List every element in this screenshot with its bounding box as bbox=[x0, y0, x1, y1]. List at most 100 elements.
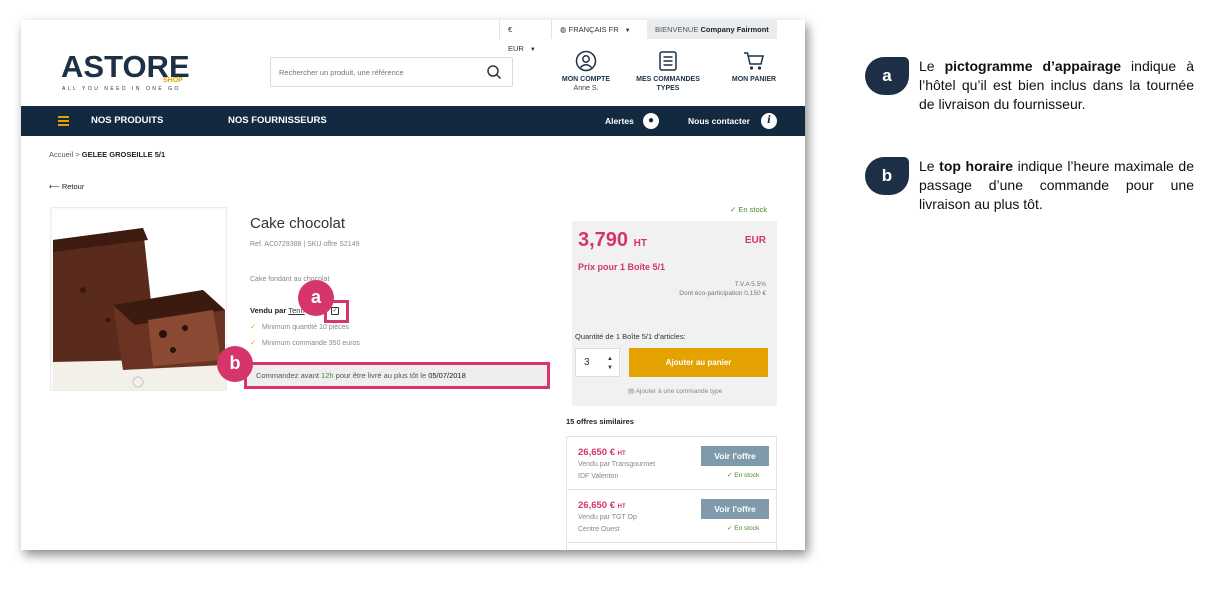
language-label: FRANÇAIS FR bbox=[568, 25, 619, 34]
utility-bar: € EUR ▼ ◍ FRANÇAIS FR ▼ BIENVENUE Company … bbox=[21, 20, 805, 53]
offer-stock: ✓ En stock bbox=[727, 471, 759, 479]
welcome-banner: BIENVENUE Company Fairmont bbox=[647, 20, 777, 39]
sold-by: Vendu par Tenn bbox=[250, 306, 305, 315]
arrow-left-icon: ⟵ bbox=[49, 182, 62, 191]
legend-a-badge: a bbox=[865, 57, 909, 95]
offer-item: 26,650 € HT Vendu par Transgourmet IDF Va… bbox=[567, 437, 776, 490]
logo-tagline: ALL YOU NEED IN ONE GO bbox=[62, 86, 181, 92]
orders-button[interactable]: MES COMMANDES TYPES bbox=[631, 50, 705, 93]
search-box bbox=[270, 57, 513, 87]
check-icon: ✓ bbox=[250, 324, 256, 331]
nav-products[interactable]: NOS PRODUITS bbox=[91, 106, 163, 136]
view-offer-button[interactable]: Voir l'offre bbox=[701, 446, 769, 466]
legend-b-bold: top horaire bbox=[939, 158, 1013, 174]
logo-shop: SHOP bbox=[163, 77, 183, 84]
similar-offers-title: 15 offres similaires bbox=[566, 417, 634, 426]
order-date: 05/07/2018 bbox=[428, 371, 466, 380]
legend-a-text-1: Le bbox=[919, 58, 945, 74]
quantity-stepper[interactable]: 3 ▲ ▼ bbox=[575, 348, 620, 377]
stock-text: En stock bbox=[738, 205, 768, 214]
currency-label: € EUR bbox=[508, 25, 524, 53]
offer-location: Centre Ouest bbox=[578, 526, 620, 533]
list-icon: ▤ bbox=[628, 388, 636, 395]
price: 3,790 HT bbox=[578, 229, 647, 252]
eco-text: Dont éco-participation 0,150 € bbox=[679, 290, 766, 297]
offer-unit: HT bbox=[617, 504, 626, 510]
offer-stock: ✓ En stock bbox=[727, 524, 759, 532]
screenshot-frame: € EUR ▼ ◍ FRANÇAIS FR ▼ BIENVENUE Company … bbox=[21, 20, 805, 550]
bell-icon[interactable]: ● bbox=[643, 113, 659, 129]
currency-select[interactable]: € EUR ▼ bbox=[499, 20, 550, 53]
cart-label: MON PANIER bbox=[731, 76, 777, 83]
price-per: Prix pour 1 Boîte 5/1 bbox=[578, 262, 666, 272]
add-type-label: Ajouter à une commande type bbox=[635, 388, 723, 395]
nav-suppliers[interactable]: NOS FOURNISSEURS bbox=[228, 106, 327, 136]
nav-contact[interactable]: Nous contacter bbox=[688, 106, 750, 136]
check-icon: ✓ bbox=[250, 340, 256, 347]
breadcrumb-separator: > bbox=[75, 150, 80, 159]
offer-vendor: Vendu par Transgourmet bbox=[578, 461, 656, 468]
price-unit: HT bbox=[633, 238, 647, 249]
offer-location: IDF Valenton bbox=[578, 473, 619, 480]
account-button[interactable]: MON COMPTE Anne S. bbox=[557, 50, 615, 93]
offer-vendor: Vendu par TGT Op bbox=[578, 514, 637, 521]
legend-a-bold: pictogramme d’appairage bbox=[944, 58, 1122, 74]
breadcrumb-home[interactable]: Accueil bbox=[49, 150, 73, 159]
breadcrumb: Accueil > GELEE GROSEILLE 5/1 bbox=[49, 150, 165, 159]
add-to-template-link[interactable]: ▤ Ajouter à une commande type bbox=[628, 387, 722, 395]
order-deadline-box: Commandez avant 12h pour être livré au p… bbox=[244, 362, 550, 389]
offer-price: 26,650 € bbox=[578, 500, 615, 511]
offer-unit: HT bbox=[617, 451, 626, 457]
welcome-label: BIENVENUE bbox=[655, 25, 699, 34]
view-offer-button[interactable]: Voir l'offre bbox=[701, 499, 769, 519]
language-select[interactable]: ◍ FRANÇAIS FR ▼ bbox=[551, 20, 647, 39]
order-mid: pour être livré au plus tôt le bbox=[335, 371, 427, 380]
legend-b-text-1: Le bbox=[919, 158, 940, 174]
product-image[interactable] bbox=[50, 207, 227, 391]
quantity-label: Quantité de 1 Boîte 5/1 d'articles: bbox=[575, 332, 686, 341]
offer-stock-text: En stock bbox=[734, 472, 760, 479]
cart-button[interactable]: MON PANIER bbox=[724, 50, 784, 84]
min-order-text: Minimum commande 350 euros bbox=[261, 340, 360, 347]
stock-status: ✓ En stock bbox=[730, 205, 767, 214]
company-name: Company Fairmont bbox=[700, 25, 769, 34]
store-logo[interactable]: ASTORE SHOP ALL YOU NEED IN ONE GO bbox=[61, 50, 191, 94]
price-value: 3,790 bbox=[578, 229, 629, 251]
breadcrumb-current: GELEE GROSEILLE 5/1 bbox=[81, 150, 166, 159]
account-user: Anne S. bbox=[573, 85, 599, 92]
callout-b: b bbox=[217, 346, 253, 382]
chevron-down-icon: ▼ bbox=[529, 47, 536, 53]
list-icon bbox=[659, 51, 677, 71]
search-input[interactable] bbox=[279, 64, 479, 80]
offer-stock-text: En stock bbox=[734, 525, 760, 532]
chevron-down-icon: ▼ bbox=[624, 28, 631, 34]
nav-alerts[interactable]: Alertes bbox=[605, 106, 634, 136]
price-currency: EUR bbox=[744, 235, 766, 246]
main-nav: NOS PRODUITS NOS FOURNISSEURS Alertes ● … bbox=[21, 106, 805, 136]
min-quantity: ✓ Minimum quantité 10 pièces bbox=[250, 323, 349, 331]
min-quantity-text: Minimum quantité 10 pièces bbox=[261, 324, 350, 331]
info-icon[interactable]: i bbox=[761, 113, 777, 129]
back-link[interactable]: ⟵ Retour bbox=[49, 182, 84, 191]
legend-b-text: Le top horaire indique l’heure maximale … bbox=[919, 157, 1194, 214]
back-label: Retour bbox=[61, 182, 85, 191]
orders-label-2: TYPES bbox=[656, 85, 680, 92]
menu-icon[interactable] bbox=[58, 116, 69, 126]
tva-text: T.V.A 5.5% bbox=[734, 281, 766, 288]
min-order: ✓ Minimum commande 350 euros bbox=[250, 339, 360, 347]
stepper-arrows-icon[interactable]: ▲ ▼ bbox=[607, 349, 613, 373]
account-label: MON COMPTE bbox=[561, 76, 611, 83]
quantity-value: 3 bbox=[584, 357, 590, 368]
add-to-cart-button[interactable]: Ajouter au panier bbox=[629, 348, 768, 377]
tax-info: T.V.A 5.5% Dont éco-participation 0,150 € bbox=[679, 280, 766, 298]
globe-icon: ◍ bbox=[560, 25, 569, 34]
cake-picture bbox=[53, 210, 226, 390]
offer-item: 26,650 € HT Vendu par TGT Op Centre Ouest… bbox=[567, 490, 776, 543]
product-ref: Ref. AC0729388 | SKU offre S2149 bbox=[250, 241, 360, 248]
user-icon bbox=[575, 50, 597, 72]
order-prefix: Commandez avant bbox=[256, 371, 319, 380]
legend-b-badge: b bbox=[865, 157, 909, 195]
product-title: Cake chocolat bbox=[250, 215, 346, 232]
order-hour: 12h bbox=[321, 371, 334, 380]
search-icon[interactable] bbox=[486, 64, 502, 80]
